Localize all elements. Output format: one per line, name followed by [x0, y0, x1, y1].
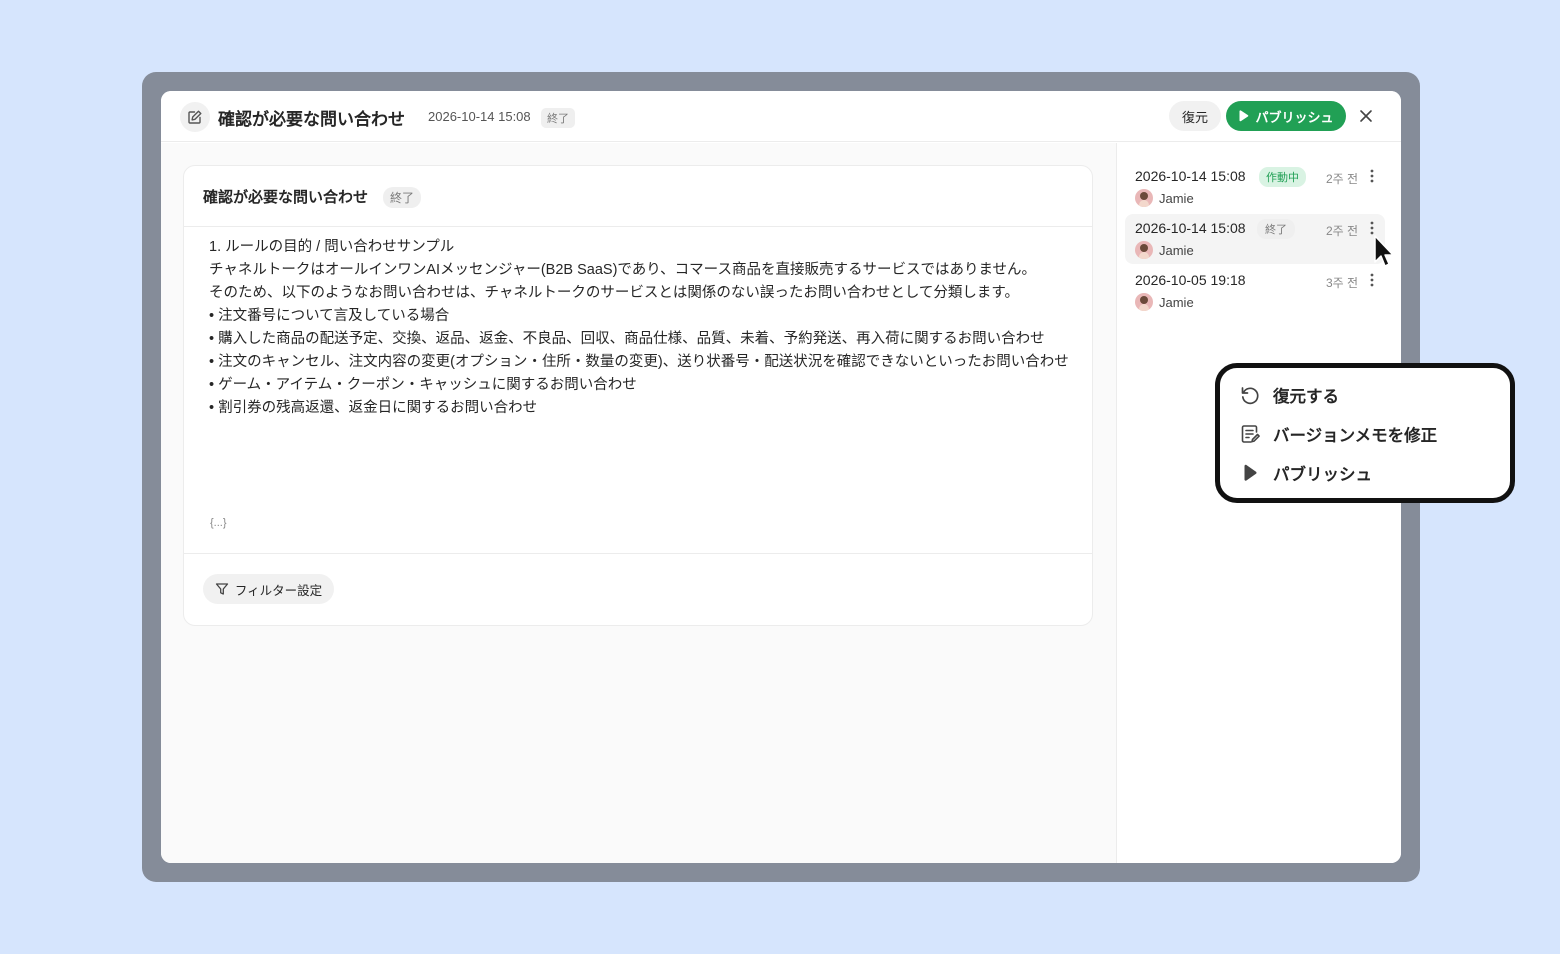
more-menu-button[interactable] [1367, 272, 1377, 288]
play-icon [1239, 110, 1249, 122]
version-date: 2026-10-05 19:18 [1135, 272, 1246, 288]
version-age: 3주 전 [1326, 276, 1359, 290]
menu-item-label: バージョンメモを修正 [1273, 427, 1438, 445]
rule-card: 確認が必要な問い合わせ 終了 1. ルールの目的 / 問い合わせサンプル チャネ… [183, 165, 1093, 626]
kebab-icon [1370, 169, 1374, 183]
card-status-badge: 終了 [383, 187, 422, 208]
version-author: Jamie [1135, 241, 1194, 259]
version-list: 2026-10-14 15:08 作動中 2주 전 Jamie 2026-10-… [1116, 143, 1401, 863]
avatar [1135, 293, 1153, 311]
menu-item-edit-note[interactable]: バージョンメモを修正 [1239, 419, 1437, 449]
version-context-menu: 復元する バージョンメモを修正 パブリッシュ [1215, 363, 1515, 503]
more-menu-button[interactable] [1367, 168, 1377, 184]
header-date: 2026-10-14 15:08 [428, 109, 531, 124]
menu-item-label: パブリッシュ [1273, 466, 1372, 484]
rule-line: • 購入した商品の配送予定、交換、返品、返金、不良品、回収、商品仕様、品質、未着… [209, 331, 1045, 347]
version-item[interactable]: 2026-10-14 15:08 終了 2주 전 Jamie [1125, 214, 1385, 264]
restore-button[interactable]: 復元 [1169, 101, 1221, 131]
version-age: 2주 전 [1326, 172, 1359, 186]
rule-text: 1. ルールの目的 / 問い合わせサンプル チャネルトークはオールインワンAIメ… [209, 236, 1079, 420]
avatar [1135, 189, 1153, 207]
ended-badge: 終了 [1257, 219, 1295, 239]
version-item[interactable]: 2026-10-14 15:08 作動中 2주 전 Jamie [1125, 162, 1385, 212]
edit-button[interactable] [180, 102, 210, 132]
rule-line: 1. ルールの目的 / 問い合わせサンプル [209, 239, 455, 255]
publish-button[interactable]: パブリッシュ [1226, 101, 1346, 131]
version-date: 2026-10-14 15:08 [1135, 168, 1246, 184]
kebab-icon [1370, 273, 1374, 287]
version-author: Jamie [1135, 293, 1194, 311]
restore-icon [1239, 384, 1261, 406]
collapsed-content-marker[interactable]: {...} [210, 517, 227, 529]
page-title: 確認が必要な問い合わせ [218, 110, 405, 129]
more-menu-button[interactable] [1367, 220, 1377, 236]
edit-note-icon [1239, 423, 1261, 445]
avatar [1135, 241, 1153, 259]
close-icon [1360, 110, 1372, 122]
publish-label: パブリッシュ [1255, 109, 1334, 125]
rule-line: • 割引券の残高返還、返金日に関するお問い合わせ [209, 400, 538, 416]
status-badge: 終了 [541, 108, 575, 128]
version-age: 2주 전 [1326, 224, 1359, 238]
author-name: Jamie [1159, 294, 1194, 310]
rule-line: • 注文番号について言及している場合 [209, 308, 450, 324]
rule-line: そのため、以下のようなお問い合わせは、チャネルトークのサービスとは関係のない誤っ… [209, 285, 1019, 301]
modal-header: 確認が必要な問い合わせ 2026-10-14 15:08 終了 復元 パブリッシ… [161, 91, 1401, 142]
kebab-icon [1370, 221, 1374, 235]
version-author: Jamie [1135, 189, 1194, 207]
play-icon [1239, 462, 1261, 484]
pencil-icon [188, 110, 202, 124]
card-header: 確認が必要な問い合わせ 終了 [184, 166, 1092, 227]
author-name: Jamie [1159, 242, 1194, 258]
filter-icon [215, 583, 229, 595]
close-button[interactable] [1354, 104, 1378, 128]
rule-line: • 注文のキャンセル、注文内容の変更(オプション・住所・数量の変更)、送り状番号… [209, 354, 1069, 370]
rule-line: • ゲーム・アイテム・クーポン・キャッシュに関するお問い合わせ [209, 377, 637, 393]
main-content: 確認が必要な問い合わせ 終了 1. ルールの目的 / 問い合わせサンプル チャネ… [161, 143, 1116, 863]
menu-item-restore[interactable]: 復元する [1239, 380, 1339, 410]
author-name: Jamie [1159, 190, 1194, 206]
rule-line: チャネルトークはオールインワンAIメッセンジャー(B2B SaaS)であり、コマ… [209, 262, 1037, 278]
version-item[interactable]: 2026-10-05 19:18 3주 전 Jamie [1125, 266, 1385, 316]
version-date: 2026-10-14 15:08 [1135, 220, 1246, 236]
card-title: 確認が必要な問い合わせ [203, 189, 369, 206]
card-footer: フィルター設定 [184, 553, 1092, 625]
filter-label: フィルター設定 [234, 583, 323, 598]
mouse-cursor-icon [1374, 235, 1394, 267]
active-badge: 作動中 [1259, 167, 1306, 187]
menu-item-publish[interactable]: パブリッシュ [1239, 458, 1372, 488]
filter-settings-button[interactable]: フィルター設定 [203, 574, 334, 604]
menu-item-label: 復元する [1273, 388, 1339, 406]
